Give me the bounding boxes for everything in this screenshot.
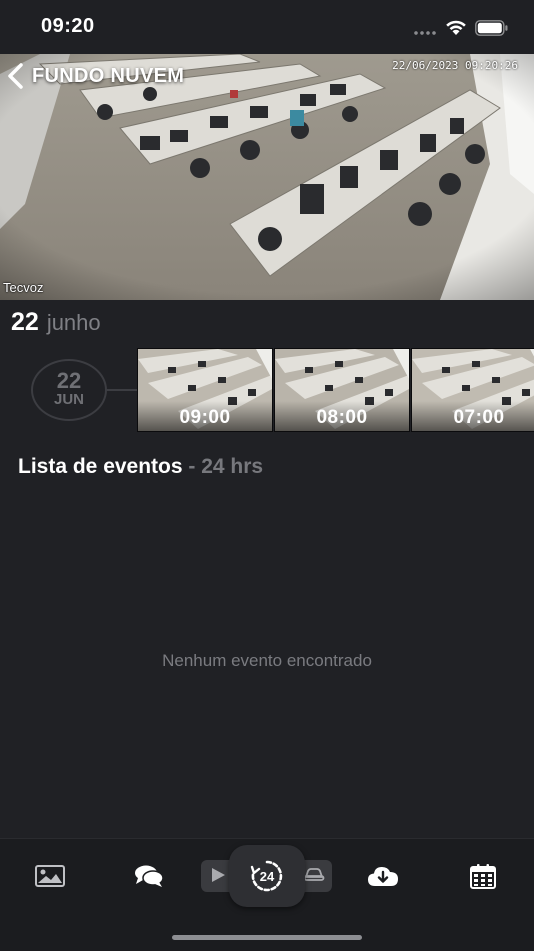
signal-dots-icon — [413, 31, 437, 35]
24h-recording-button[interactable]: 24 — [229, 845, 305, 907]
image-icon — [35, 865, 65, 887]
chat-button[interactable] — [125, 861, 173, 891]
timeline-thumbnail[interactable]: 07:00 — [411, 348, 534, 432]
home-indicator — [172, 935, 362, 940]
status-bar: 09:20 — [0, 0, 534, 54]
events-empty-message: Nenhum evento encontrado — [162, 651, 372, 670]
back-button[interactable]: FUNDO NUVEM — [6, 63, 184, 89]
events-subtitle: - 24 hrs — [188, 455, 264, 478]
cloud-download-icon — [368, 867, 398, 886]
camera-image — [0, 54, 534, 300]
thumbnail-time: 09:00 — [179, 407, 231, 428]
cloud-download-button[interactable] — [359, 861, 407, 891]
date-month: junho — [46, 310, 101, 335]
24h-icon: 24 — [250, 860, 283, 892]
status-time: 09:20 — [41, 15, 95, 37]
chat-icon — [135, 865, 164, 887]
camera-watermark: Tecvoz — [3, 280, 44, 295]
date-day: 22 — [11, 308, 39, 336]
car-icon[interactable] — [303, 867, 325, 883]
events-title: Lista de eventos — [18, 455, 183, 478]
battery-icon — [475, 20, 508, 36]
timeline-date-day: 22 — [56, 368, 82, 393]
bottom-toolbar: 24 — [0, 838, 534, 951]
timeline-date-month: JUN — [53, 391, 84, 408]
camera-timestamp: 22/06/2023 09:20:26 — [392, 59, 518, 72]
thumbnail-time: 07:00 — [453, 407, 505, 428]
camera-video[interactable]: FUNDO NUVEM 22/06/2023 09:20:26 Tecvoz — [0, 54, 534, 300]
timeline-date-marker[interactable]: 22 JUN — [31, 359, 107, 421]
events-list-title: Lista de eventos - 24 hrs — [18, 455, 263, 479]
calendar-icon — [470, 864, 496, 889]
calendar-button[interactable] — [459, 861, 507, 891]
camera-title: FUNDO NUVEM — [32, 64, 185, 87]
svg-text:24: 24 — [260, 869, 275, 884]
timeline-thumbnail[interactable]: 09:00 — [137, 348, 273, 432]
gallery-button[interactable] — [26, 861, 74, 891]
wifi-icon — [446, 20, 466, 35]
date-heading: 22 junho — [11, 308, 101, 337]
timeline-thumbnail[interactable]: 08:00 — [274, 348, 410, 432]
play-icon[interactable] — [208, 865, 228, 885]
chevron-left-icon — [8, 63, 23, 89]
thumbnail-time: 08:00 — [316, 407, 368, 428]
timeline-thumbnails[interactable]: 09:00 08:00 07:00 — [137, 348, 534, 432]
timeline-connector — [105, 389, 139, 391]
